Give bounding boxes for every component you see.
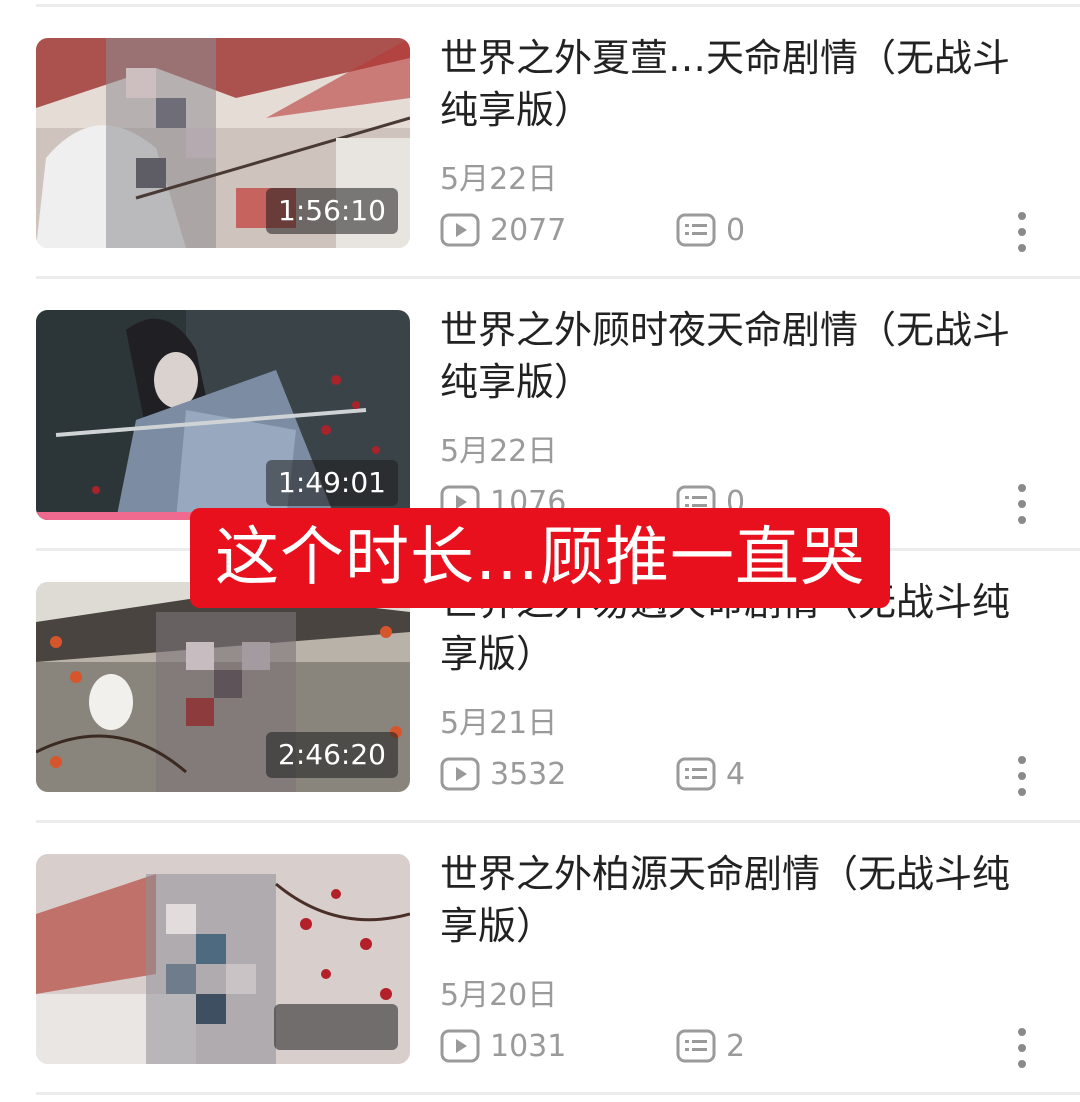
publish-date: 5月22日 bbox=[440, 162, 558, 197]
video-duration: 2:46:20 bbox=[266, 732, 398, 778]
overlay-caption: 这个时长…顾推一直哭 bbox=[190, 508, 890, 608]
divider bbox=[36, 4, 1080, 7]
video-duration bbox=[274, 1004, 398, 1050]
video-thumbnail[interactable]: 1:56:10 bbox=[36, 38, 410, 248]
comment-count: 2 bbox=[676, 1026, 745, 1066]
play-icon bbox=[440, 1029, 480, 1063]
view-count-value: 3532 bbox=[490, 756, 567, 792]
divider bbox=[36, 820, 1080, 823]
more-vertical-icon[interactable] bbox=[1008, 484, 1036, 524]
comment-count-value: 4 bbox=[726, 756, 746, 792]
publish-date: 5月20日 bbox=[440, 978, 558, 1013]
video-title[interactable]: 世界之外夏萱…天命剧情（无战斗纯享版） bbox=[440, 32, 1030, 136]
video-thumbnail[interactable] bbox=[36, 854, 410, 1064]
comment-count-value: 0 bbox=[726, 212, 746, 248]
video-item[interactable]: 1:56:10 世界之外夏萱…天命剧情（无战斗纯享版） 5月22日 2077 0 bbox=[0, 36, 1080, 253]
video-item[interactable]: 1:49:01 世界之外顾时夜天命剧情（无战斗纯享版） 5月22日 1076 0 bbox=[0, 308, 1080, 525]
video-title[interactable]: 世界之外顾时夜天命剧情（无战斗纯享版） bbox=[440, 304, 1030, 408]
comment-icon bbox=[676, 1029, 716, 1063]
video-title[interactable]: 世界之外柏源天命剧情（无战斗纯享版） bbox=[440, 848, 1030, 952]
play-icon bbox=[440, 757, 480, 791]
comment-count-value: 2 bbox=[726, 1028, 746, 1064]
video-duration: 1:49:01 bbox=[266, 460, 398, 506]
view-count: 3532 bbox=[440, 754, 566, 794]
publish-date: 5月21日 bbox=[440, 706, 558, 741]
view-count: 1031 bbox=[440, 1026, 566, 1066]
view-count-value: 2077 bbox=[490, 212, 567, 248]
divider bbox=[36, 276, 1080, 279]
play-icon bbox=[440, 213, 480, 247]
video-thumbnail[interactable]: 2:46:20 bbox=[36, 582, 410, 792]
video-thumbnail[interactable]: 1:49:01 bbox=[36, 310, 410, 520]
video-duration: 1:56:10 bbox=[266, 188, 398, 234]
publish-date: 5月22日 bbox=[440, 434, 558, 469]
more-vertical-icon[interactable] bbox=[1008, 756, 1036, 796]
view-count: 2077 bbox=[440, 210, 566, 250]
comment-count: 0 bbox=[676, 210, 745, 250]
video-item[interactable]: 世界之外柏源天命剧情（无战斗纯享版） 5月20日 1031 2 bbox=[0, 852, 1080, 1069]
video-item[interactable]: 2:46:20 世界之外易遇天命剧情（无战斗纯享版） 5月21日 3532 4 bbox=[0, 580, 1080, 797]
view-count-value: 1031 bbox=[490, 1028, 567, 1064]
comment-icon bbox=[676, 757, 716, 791]
comment-icon bbox=[676, 213, 716, 247]
comment-count: 4 bbox=[676, 754, 745, 794]
divider bbox=[36, 1092, 1080, 1095]
more-vertical-icon[interactable] bbox=[1008, 212, 1036, 252]
more-vertical-icon[interactable] bbox=[1008, 1028, 1036, 1068]
